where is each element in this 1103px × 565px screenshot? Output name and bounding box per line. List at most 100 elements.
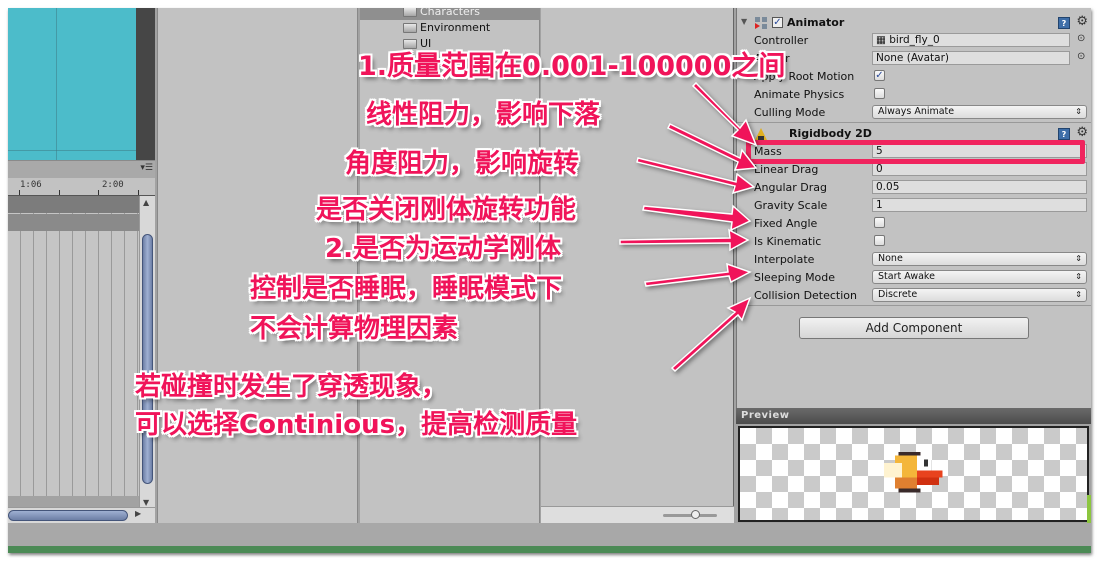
scroll-right-icon[interactable]: ▶ — [135, 509, 141, 518]
help-icon[interactable]: ? — [1058, 128, 1070, 140]
apply-root-motion-checkbox[interactable]: ✓ — [874, 70, 885, 81]
scroll-up-icon[interactable]: ▲ — [143, 198, 149, 207]
scene-view-margin — [136, 8, 155, 160]
field-label: Is Kinematic — [754, 235, 822, 248]
annotation-angular-drag: 角度阻力，影响旋转 — [345, 149, 580, 179]
field-label: Collision Detection — [754, 289, 858, 302]
help-icon[interactable]: ? — [1058, 17, 1070, 29]
animate-physics-row: Animate Physics — [737, 85, 1091, 103]
angular-drag-row: Angular Drag 0.05 — [737, 178, 1091, 196]
hierarchy-panel — [157, 8, 358, 523]
gear-icon[interactable]: ⚙ — [1076, 14, 1088, 29]
gravity-scale-row: Gravity Scale 1 — [737, 196, 1091, 214]
object-picker-icon[interactable]: ⊙ — [1077, 33, 1085, 44]
fixed-angle-checkbox[interactable] — [874, 217, 885, 228]
preview-canvas[interactable] — [738, 426, 1089, 522]
field-label: Linear Drag — [754, 163, 819, 176]
dropdown-arrow-icon: ⇕ — [1075, 254, 1082, 263]
annotation-fixed-angle: 是否关闭刚体旋转功能 — [316, 195, 577, 225]
bird-sprite — [883, 452, 943, 493]
field-label: Sleeping Mode — [754, 271, 836, 284]
dropdown-arrow-icon: ⇕ — [1075, 290, 1082, 299]
grid-line — [56, 8, 57, 160]
dopesheet-row — [8, 214, 139, 231]
field-label: Gravity Scale — [754, 199, 828, 212]
annotation-collision-line1: 若碰撞时发生了穿透现象， — [135, 372, 448, 402]
component-title: Animator — [787, 16, 845, 29]
slider-handle[interactable] — [691, 510, 700, 519]
folder-item-environment[interactable]: Environment — [360, 20, 540, 36]
interpolate-row: Interpolate None ⇕ — [737, 250, 1091, 268]
foldout-icon[interactable]: ▼ — [741, 17, 747, 26]
preview-header[interactable]: Preview — [736, 408, 1091, 424]
dropdown-arrow-icon: ⇕ — [1075, 272, 1082, 281]
animator-icon — [755, 17, 767, 29]
animator-enabled-checkbox[interactable]: ✓ — [772, 17, 783, 28]
annotation-collision-line2: 可以选择Continious，提高检测质量 — [135, 410, 578, 440]
animate-physics-checkbox[interactable] — [874, 88, 885, 99]
vertical-scrollbar[interactable]: ▲ ▼ — [139, 196, 155, 513]
timeline-label: 1:06 — [20, 180, 42, 190]
avatar-row: Avatar None (Avatar) ⊙ — [737, 49, 1091, 67]
controller-row: Controller ▦ bird_fly_0 ⊙ — [737, 31, 1091, 49]
collision-detection-dropdown[interactable]: Discrete ⇕ — [872, 288, 1087, 302]
icon-size-slider[interactable] — [663, 514, 717, 517]
folder-icon — [403, 8, 417, 17]
annotation-sleeping-line2: 不会计算物理因素 — [250, 314, 459, 344]
angular-drag-field[interactable]: 0.05 — [872, 180, 1087, 194]
field-label: Culling Mode — [754, 106, 826, 119]
dopesheet-tracks[interactable] — [8, 196, 139, 496]
assets-footer — [541, 506, 734, 523]
controller-field[interactable]: ▦ bird_fly_0 — [872, 33, 1070, 47]
mass-highlight-box — [746, 140, 1085, 164]
add-component-button[interactable]: Add Component — [799, 317, 1029, 339]
fixed-angle-row: Fixed Angle — [737, 214, 1091, 232]
sleeping-mode-dropdown[interactable]: Start Awake ⇕ — [872, 270, 1087, 284]
component-title: Rigidbody 2D — [789, 127, 872, 140]
project-folder-tree: Characters Environment UI — [360, 8, 540, 523]
is-kinematic-checkbox[interactable] — [874, 235, 885, 246]
collision-detection-row: Collision Detection Discrete ⇕ — [737, 286, 1091, 304]
project-assets-panel — [541, 8, 734, 523]
horizontal-scrollbar[interactable]: ▶ — [8, 507, 155, 523]
field-label: Angular Drag — [754, 181, 827, 194]
scrollbar-thumb[interactable] — [8, 510, 128, 521]
sleeping-mode-row: Sleeping Mode Start Awake ⇕ — [737, 268, 1091, 286]
inspector-panel: ▼ ✓ Animator ? ⚙ Controller ▦ bird_fly_0… — [736, 8, 1091, 408]
gravity-scale-field[interactable]: 1 — [872, 198, 1087, 212]
avatar-field[interactable]: None (Avatar) — [872, 51, 1070, 65]
scrollbar-thumb[interactable] — [142, 234, 153, 484]
grid-line — [8, 150, 136, 151]
divider — [737, 122, 1091, 123]
field-label: Animate Physics — [754, 88, 845, 101]
animator-component-header[interactable]: ▼ ✓ Animator ? ⚙ — [737, 14, 1091, 32]
panel-menu-icon[interactable]: ▾☰ — [140, 163, 153, 173]
object-picker-icon[interactable]: ⊙ — [1077, 51, 1085, 62]
animation-panel-header: ▾☰ — [8, 160, 155, 178]
dropdown-arrow-icon: ⇕ — [1075, 107, 1082, 116]
culling-mode-dropdown[interactable]: Always Animate ⇕ — [872, 105, 1087, 119]
folder-item-characters[interactable]: Characters — [360, 8, 540, 20]
annotation-sleeping-line1: 控制是否睡眠，睡眠模式下 — [250, 274, 563, 304]
folder-icon — [403, 23, 417, 33]
annotation-is-kinematic: 2.是否为运动学刚体 — [325, 234, 561, 264]
timeline-label: 2:00 — [102, 180, 124, 190]
timeline-ruler[interactable]: 1:06 2:00 — [8, 178, 155, 196]
annotation-linear-drag: 线性阻力，影响下落 — [366, 100, 601, 130]
dopesheet-summary-row — [8, 196, 139, 213]
folder-label: Environment — [420, 21, 491, 34]
scene-view[interactable] — [8, 8, 136, 160]
field-label: Interpolate — [754, 253, 815, 266]
interpolate-dropdown[interactable]: None ⇕ — [872, 252, 1087, 266]
is-kinematic-row: Is Kinematic — [737, 232, 1091, 250]
status-bar-accent — [8, 546, 1091, 553]
annotation-mass: 1.质量范围在0.001-100000之间 — [358, 51, 786, 82]
divider — [737, 305, 1091, 306]
scroll-down-icon[interactable]: ▼ — [143, 498, 149, 507]
linear-drag-field[interactable]: 0 — [872, 162, 1087, 176]
field-label: Fixed Angle — [754, 217, 818, 230]
rigidbody-icon — [755, 128, 767, 140]
culling-mode-row: Culling Mode Always Animate ⇕ — [737, 103, 1091, 121]
folder-label: Characters — [420, 8, 481, 18]
gear-icon[interactable]: ⚙ — [1076, 125, 1088, 140]
